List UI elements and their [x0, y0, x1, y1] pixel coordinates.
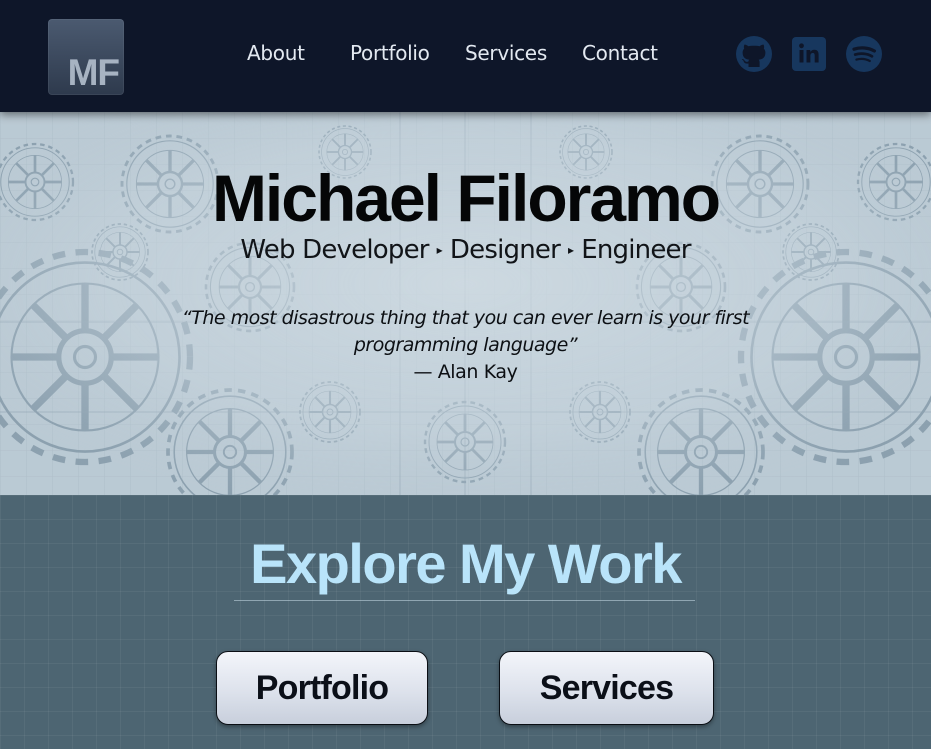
- nav-portfolio[interactable]: Portfolio: [350, 41, 430, 65]
- heading-divider: [234, 600, 695, 601]
- site-header: MF About Portfolio Services Contact: [0, 0, 931, 112]
- role-separator: ▸: [436, 243, 443, 257]
- services-button[interactable]: Services: [499, 651, 714, 725]
- spotify-icon[interactable]: [846, 36, 882, 72]
- explore-section: Explore My Work Portfolio Services: [0, 495, 931, 749]
- github-icon[interactable]: [736, 36, 772, 72]
- portfolio-button[interactable]: Portfolio: [216, 651, 428, 725]
- role-engineer: Engineer: [581, 235, 691, 265]
- hero-quote: “The most disastrous thing that you can …: [181, 307, 750, 356]
- nav-services[interactable]: Services: [465, 41, 547, 65]
- role-web-developer: Web Developer: [240, 235, 429, 265]
- role-designer: Designer: [449, 235, 561, 265]
- linkedin-icon[interactable]: [791, 36, 827, 72]
- role-separator: ▸: [567, 243, 574, 257]
- nav-about[interactable]: About: [247, 41, 305, 65]
- explore-heading: Explore My Work: [250, 532, 682, 595]
- hero-content: Michael Filoramo Web Developer ▸ Designer ▸…: [0, 112, 931, 495]
- hero-quote-author: — Alan Kay: [413, 361, 518, 383]
- hero-name-heading: Michael Filoramo: [211, 161, 721, 235]
- nav-contact[interactable]: Contact: [582, 41, 658, 65]
- hero-section: Michael Filoramo Web Developer ▸ Designer ▸…: [0, 112, 931, 495]
- hero-roles: Web Developer ▸ Designer ▸ Engineer: [0, 234, 931, 266]
